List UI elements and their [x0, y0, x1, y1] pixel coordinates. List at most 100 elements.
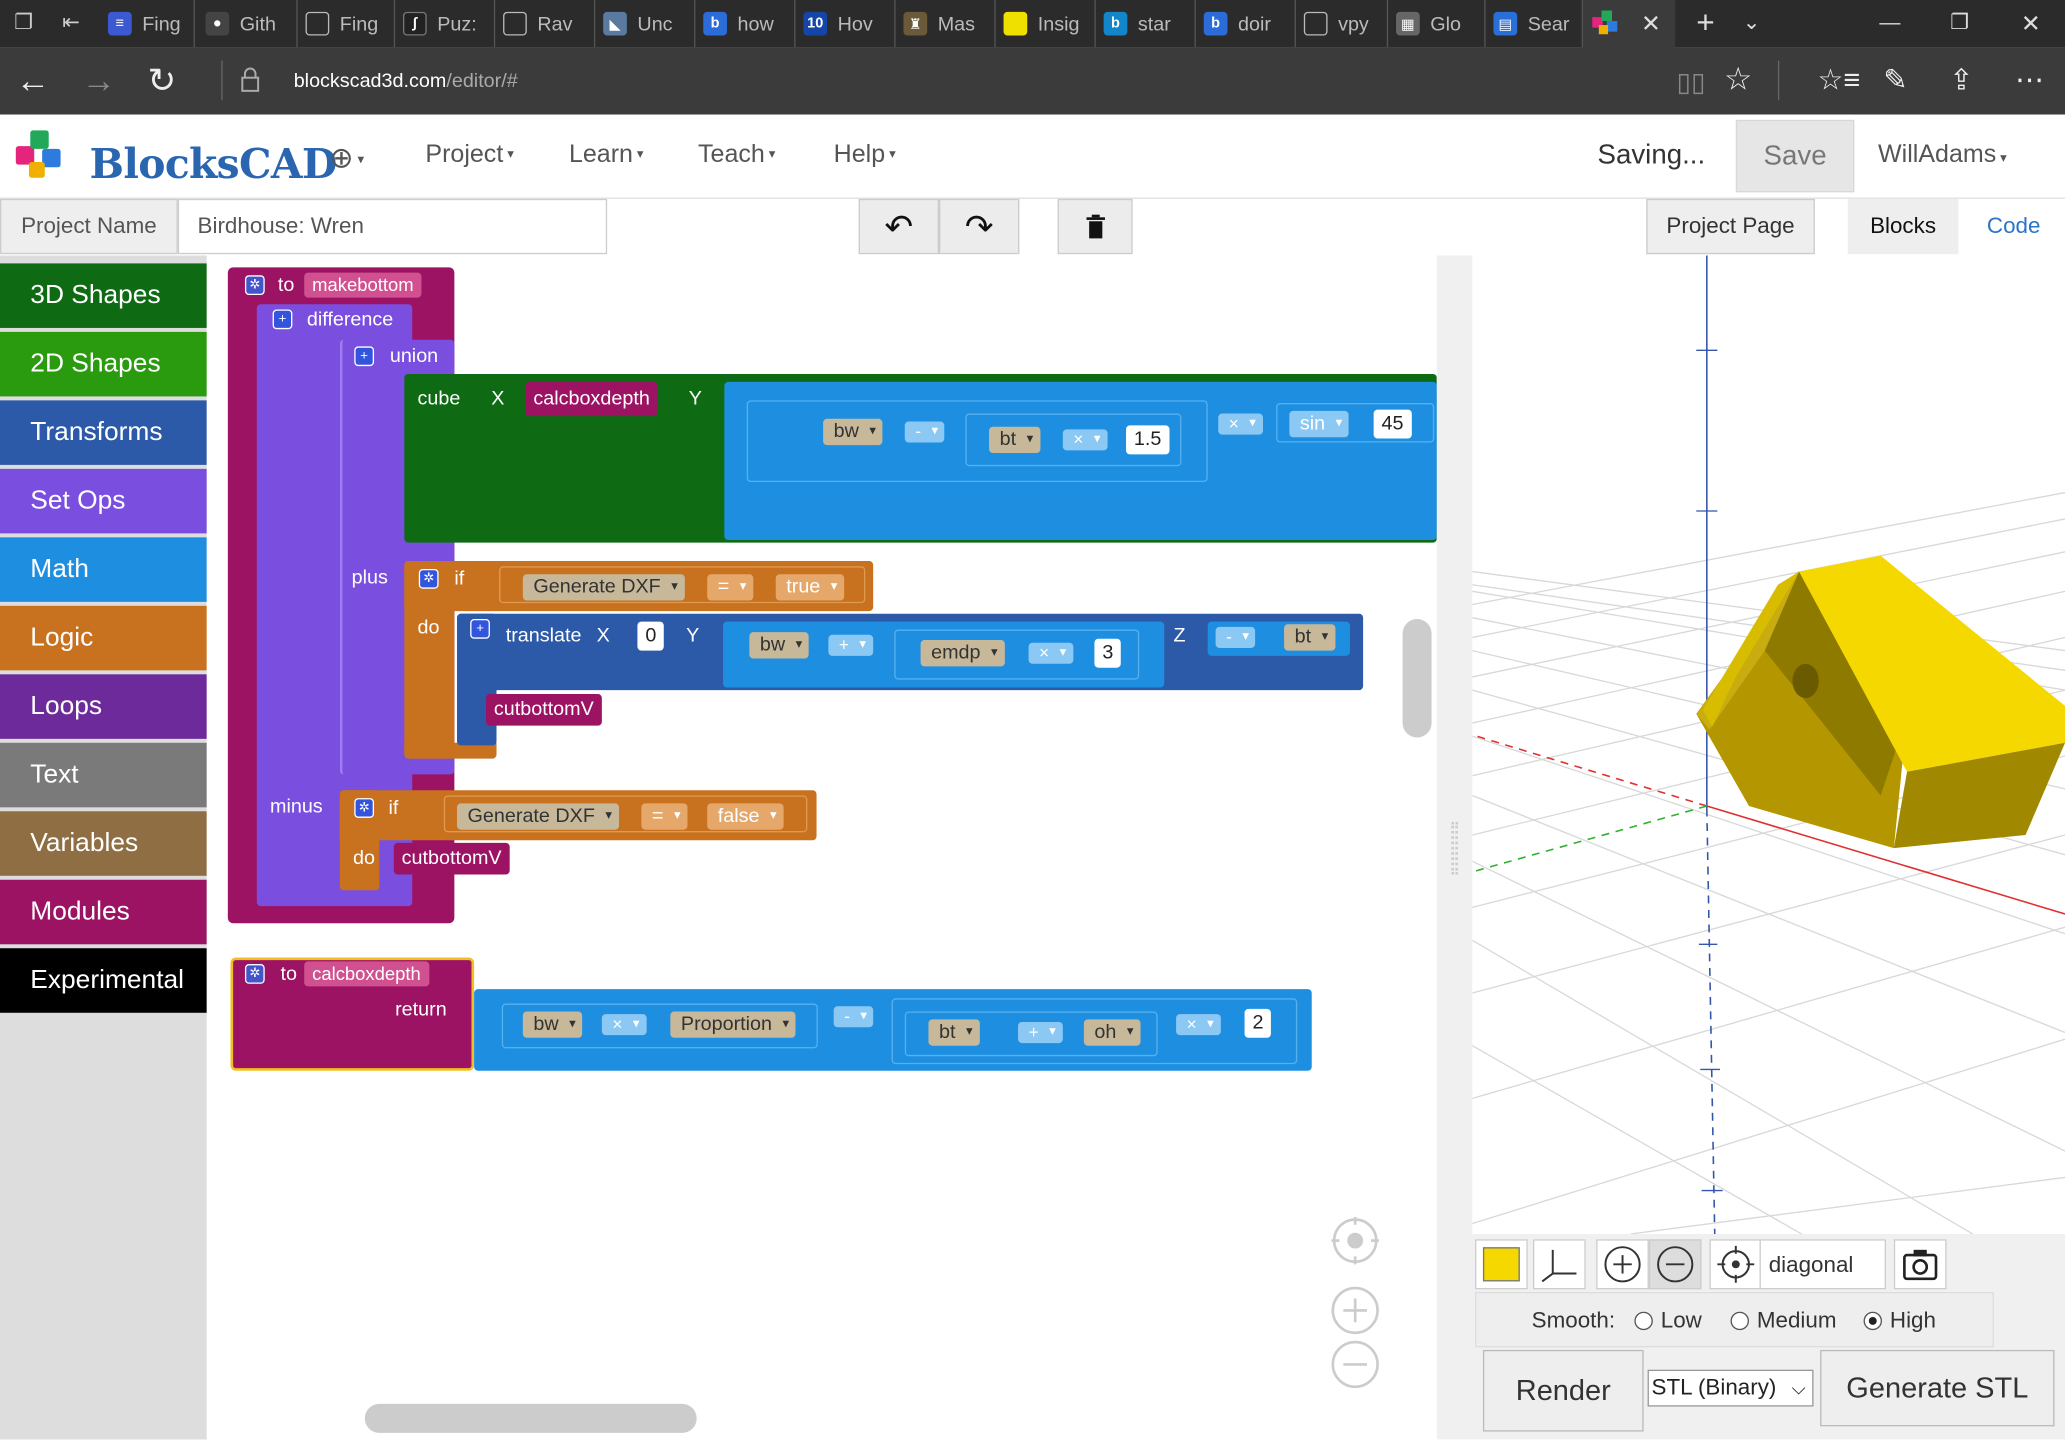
number-field[interactable]: 1.5 [1126, 425, 1170, 455]
menu-project[interactable]: Project ▾ [425, 141, 513, 170]
browser-tab[interactable]: ∫ Puz: [395, 0, 496, 48]
favorites-hub-icon[interactable]: ☆≡ [1817, 63, 1860, 97]
cutbottomV-call[interactable]: cutbottomV [485, 694, 602, 726]
category-logic[interactable]: Logic [0, 605, 207, 671]
function-name-field[interactable]: calcboxdepth [304, 961, 429, 987]
variable-bw[interactable]: bw [749, 632, 809, 659]
undo-button[interactable]: ↶ [858, 198, 940, 255]
smooth-low-radio[interactable]: Low [1634, 1308, 1702, 1334]
browser-tab[interactable]: Fing [298, 0, 396, 48]
refresh-icon[interactable]: ↻ [148, 63, 177, 97]
close-tab-icon[interactable]: ✕ [1641, 10, 1661, 38]
blockscad-logo[interactable]: BlocksCAD [13, 128, 337, 188]
operator-dropdown[interactable]: = [641, 803, 688, 830]
tab-list-chevron-icon[interactable]: ⌄ [1725, 0, 1778, 47]
category-transforms[interactable]: Transforms [0, 400, 207, 465]
reading-view-icon[interactable]: ▯▯ [1677, 66, 1706, 100]
user-menu[interactable]: WillAdams ▾ [1878, 141, 2007, 170]
if-block-body[interactable] [404, 561, 455, 759]
more-icon[interactable]: ⋯ [2015, 63, 2044, 97]
browser-tab[interactable]: b star [1096, 0, 1196, 48]
operator-dropdown[interactable]: - [1215, 626, 1256, 648]
number-field[interactable]: 2 [1244, 1008, 1272, 1038]
module-gear-icon[interactable]: ✲ [244, 275, 265, 296]
language-menu[interactable]: ⊕ ▾ [329, 141, 364, 175]
variable-bw[interactable]: bw [823, 418, 883, 446]
variable-bw[interactable]: bw [522, 1011, 583, 1038]
pane-splitter[interactable] [1436, 255, 1473, 1440]
set-aside-tabs-icon[interactable]: ⇤ [58, 11, 84, 37]
project-name-input[interactable]: Birdhouse: Wren [177, 198, 608, 255]
recenter-icon[interactable] [1329, 1217, 1382, 1267]
zoom-in-view-button[interactable] [1596, 1239, 1649, 1290]
forward-icon[interactable]: → [82, 63, 116, 97]
category-modules[interactable]: Modules [0, 879, 207, 945]
zoom-out-icon[interactable] [1329, 1339, 1382, 1389]
browser-tab-active[interactable]: ✕ [1583, 0, 1676, 48]
variable-bt[interactable]: bt [928, 1019, 980, 1046]
if-gear-icon[interactable]: ✲ [418, 568, 439, 589]
variable-proportion[interactable]: Proportion [670, 1011, 796, 1038]
new-tab-icon[interactable]: + [1679, 0, 1732, 47]
boolean-dropdown[interactable]: true [775, 574, 845, 601]
category-math[interactable]: Math [0, 537, 207, 602]
operator-dropdown[interactable]: × [1028, 642, 1073, 664]
variable-bt[interactable]: bt [1284, 624, 1335, 651]
menu-teach[interactable]: Teach ▾ [698, 141, 775, 170]
category-variables[interactable]: Variables [0, 811, 207, 876]
variable-generate-dxf[interactable]: Generate DXF [522, 574, 685, 601]
tab-blocks[interactable]: Blocks [1847, 198, 1959, 255]
category-set-ops[interactable]: Set Ops [0, 468, 207, 534]
color-picker-button[interactable] [1475, 1239, 1528, 1290]
category-3d-shapes[interactable]: 3D Shapes [0, 263, 207, 328]
operator-dropdown[interactable]: × [601, 1014, 647, 1036]
minimize-icon[interactable]: — [1864, 0, 1917, 47]
category-text[interactable]: Text [0, 742, 207, 808]
variable-emdp[interactable]: emdp [920, 640, 1005, 667]
browser-tab[interactable]: vpy [1296, 0, 1389, 48]
menu-learn[interactable]: Learn ▾ [569, 141, 644, 170]
browser-tab[interactable]: Rav [495, 0, 596, 48]
operator-dropdown[interactable]: + [828, 634, 873, 656]
browser-tab[interactable]: ▤ Sear [1486, 0, 1584, 48]
plus-mutator-icon[interactable]: + [354, 346, 375, 367]
category-experimental[interactable]: Experimental [0, 948, 207, 1013]
vertical-scrollbar[interactable] [1402, 618, 1432, 738]
horizontal-scrollbar[interactable] [364, 1403, 697, 1433]
smooth-medium-radio[interactable]: Medium [1730, 1308, 1837, 1334]
browser-tab[interactable]: ≡ Fing [100, 0, 195, 48]
share-icon[interactable]: ⇪ [1949, 63, 1973, 97]
camera-view-select[interactable]: diagonal [1759, 1239, 1886, 1290]
tab-code[interactable]: Code [1968, 199, 2060, 254]
operator-dropdown[interactable]: - [833, 1006, 874, 1028]
variable-generate-dxf[interactable]: Generate DXF [456, 803, 619, 830]
variable-oh[interactable]: oh [1083, 1019, 1141, 1046]
generate-stl-button[interactable]: Generate STL [1820, 1349, 2055, 1427]
calcboxdepth-call[interactable]: calcboxdepth [525, 381, 658, 417]
smooth-high-radio[interactable]: High [1863, 1308, 1936, 1334]
3d-viewport[interactable] [1472, 255, 2065, 1235]
operator-dropdown[interactable]: + [1018, 1021, 1063, 1044]
render-button[interactable]: Render [1482, 1349, 1644, 1432]
operator-dropdown[interactable]: × [1062, 429, 1108, 451]
plus-mutator-icon[interactable]: + [470, 618, 490, 639]
browser-tab[interactable]: ▦ Glo [1388, 0, 1486, 48]
plus-mutator-icon[interactable]: + [272, 309, 293, 330]
cutbottomV-call[interactable]: cutbottomV [393, 842, 510, 875]
block-workspace[interactable]: ✲ to makebottom + difference + union cub… [206, 255, 1437, 1440]
reset-view-button[interactable] [1709, 1239, 1763, 1290]
restore-icon[interactable]: ❐ [1933, 0, 1986, 47]
browser-tab[interactable]: b how [695, 0, 796, 48]
screenshot-button[interactable] [1893, 1239, 1947, 1290]
variable-bt[interactable]: bt [989, 426, 1040, 454]
browser-tab[interactable]: b doir [1196, 0, 1296, 48]
web-note-icon[interactable]: ✎ [1883, 63, 1907, 97]
boolean-dropdown[interactable]: false [707, 803, 784, 830]
number-field[interactable]: 0 [637, 621, 665, 651]
menu-help[interactable]: Help ▾ [834, 141, 896, 170]
operator-dropdown[interactable]: - [904, 421, 945, 443]
favorite-star-icon[interactable]: ☆ [1724, 63, 1752, 97]
close-window-icon[interactable]: ✕ [2004, 0, 2057, 47]
browser-tab[interactable]: ◣ Unc [595, 0, 696, 48]
if-gear-icon[interactable]: ✲ [354, 798, 375, 818]
